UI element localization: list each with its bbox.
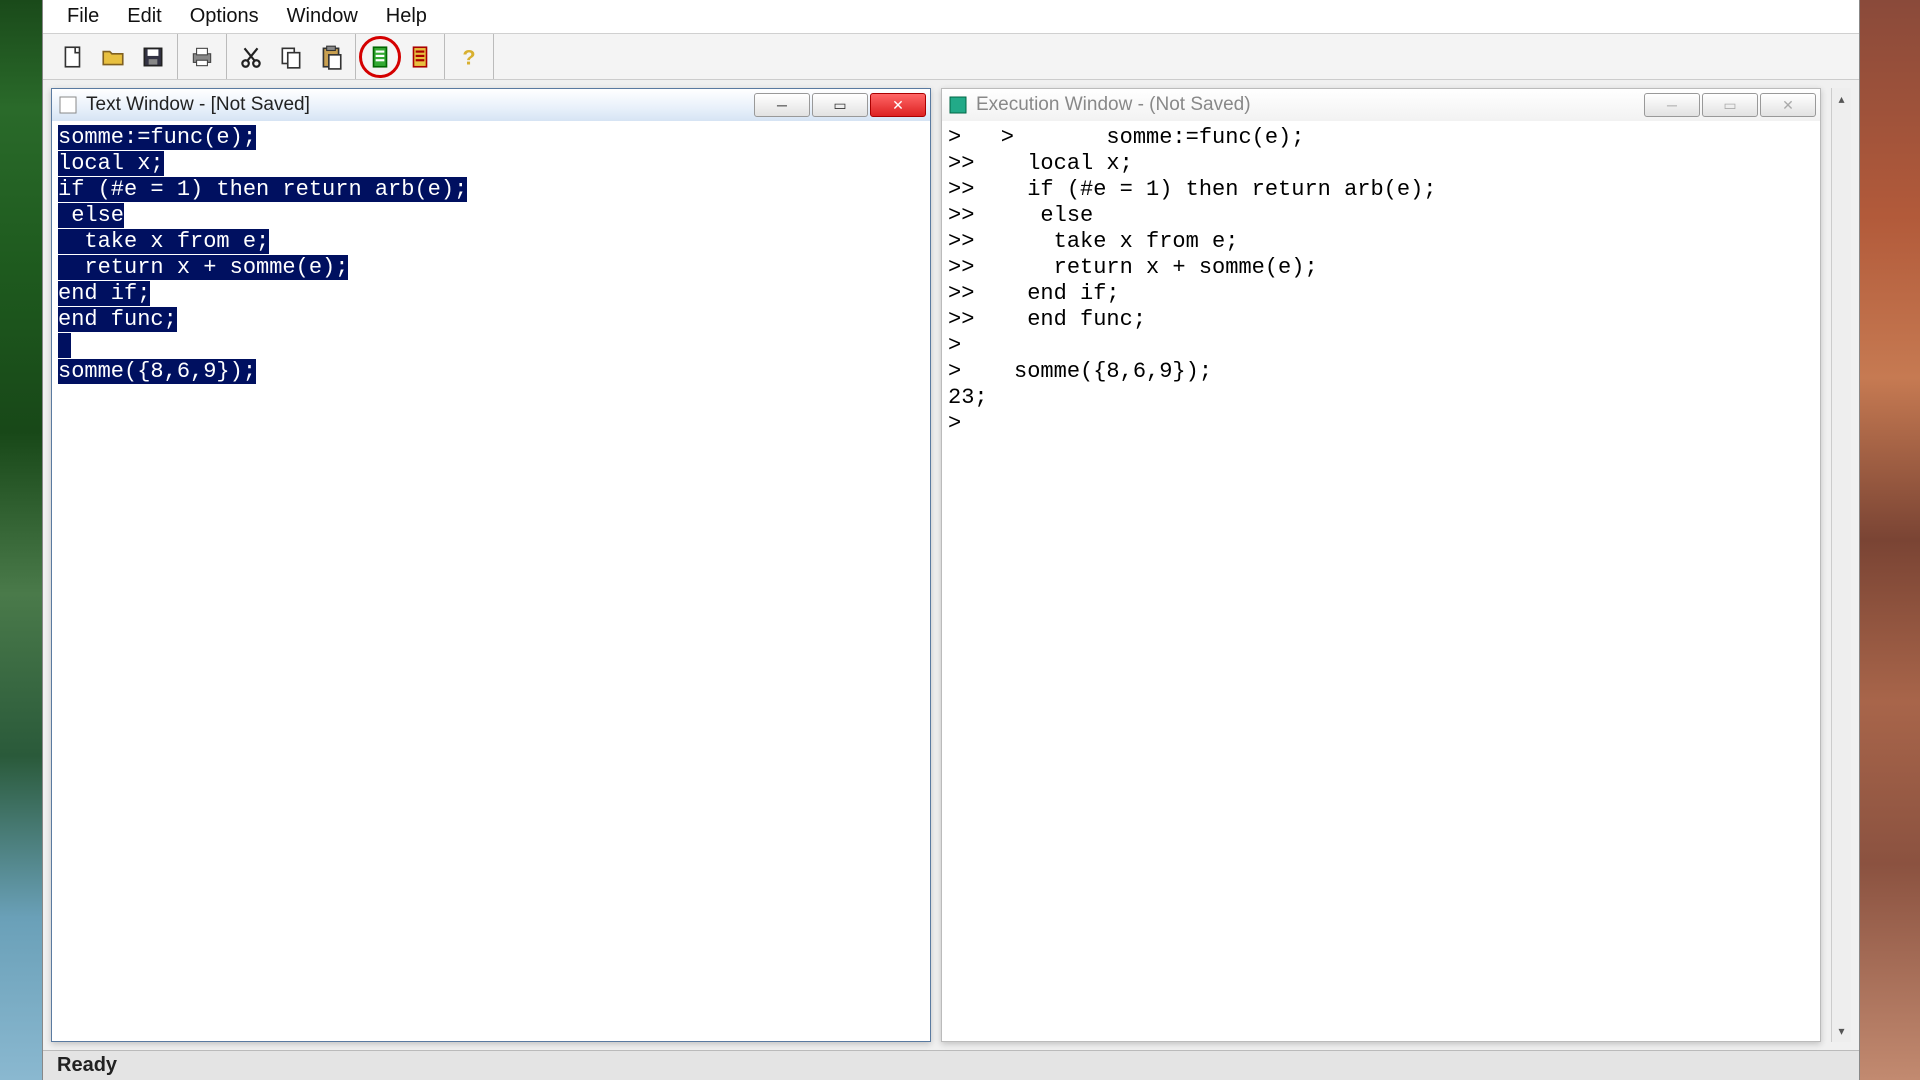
- status-text: Ready: [57, 1054, 117, 1077]
- scroll-down-icon[interactable]: ▾: [1832, 1020, 1851, 1042]
- text-window-icon: [58, 95, 78, 115]
- execution-window-maximize-button[interactable]: ▭: [1702, 93, 1758, 117]
- menu-window[interactable]: Window: [273, 1, 372, 32]
- text-window-title: Text Window - [Not Saved]: [86, 94, 746, 116]
- help-button[interactable]: ?: [450, 38, 488, 76]
- help-icon: ?: [456, 44, 482, 70]
- text-window-maximize-button[interactable]: ▭: [812, 93, 868, 117]
- new-file-icon: [60, 44, 86, 70]
- toolbar: ?: [43, 34, 1859, 80]
- text-window: Text Window - [Not Saved] ─ ▭ ✕ somme:=f…: [51, 88, 931, 1042]
- printer-icon: [189, 44, 215, 70]
- menu-options[interactable]: Options: [176, 1, 273, 32]
- scissors-icon: [238, 44, 264, 70]
- scroll-up-icon[interactable]: ▴: [1832, 88, 1851, 110]
- open-file-button[interactable]: [94, 38, 132, 76]
- execution-window-minimize-button[interactable]: ─: [1644, 93, 1700, 117]
- print-button[interactable]: [183, 38, 221, 76]
- menu-edit[interactable]: Edit: [113, 1, 175, 32]
- desktop-wallpaper-left: [0, 0, 42, 1080]
- run-button[interactable]: [361, 38, 399, 76]
- execution-window-titlebar[interactable]: Execution Window - (Not Saved) ─ ▭ ✕: [942, 89, 1820, 121]
- execution-window: Execution Window - (Not Saved) ─ ▭ ✕ > >…: [941, 88, 1821, 1042]
- copy-button[interactable]: [272, 38, 310, 76]
- stop-red-icon: [407, 44, 433, 70]
- execution-window-icon: [948, 95, 968, 115]
- menu-help[interactable]: Help: [372, 1, 441, 32]
- save-button[interactable]: [134, 38, 172, 76]
- stop-button[interactable]: [401, 38, 439, 76]
- mdi-workspace: Text Window - [Not Saved] ─ ▭ ✕ somme:=f…: [43, 80, 1859, 1050]
- svg-text:?: ?: [462, 44, 475, 69]
- statusbar: Ready: [43, 1050, 1859, 1080]
- menu-file[interactable]: File: [53, 1, 113, 32]
- app-window: File Edit Options Window Help: [42, 0, 1860, 1080]
- menubar: File Edit Options Window Help: [43, 0, 1859, 34]
- execution-window-close-button[interactable]: ✕: [1760, 93, 1816, 117]
- copy-icon: [278, 44, 304, 70]
- text-window-minimize-button[interactable]: ─: [754, 93, 810, 117]
- run-green-icon: [367, 44, 393, 70]
- desktop-wallpaper-right: [1860, 0, 1920, 1080]
- open-folder-icon: [100, 44, 126, 70]
- text-window-close-button[interactable]: ✕: [870, 93, 926, 117]
- paste-icon: [318, 44, 344, 70]
- save-disk-icon: [140, 44, 166, 70]
- paste-button[interactable]: [312, 38, 350, 76]
- execution-output-area[interactable]: > > somme:=func(e);>> local x;>> if (#e …: [942, 121, 1820, 1041]
- new-file-button[interactable]: [54, 38, 92, 76]
- text-editor-area[interactable]: somme:=func(e);local x;if (#e = 1) then …: [52, 121, 930, 1041]
- workspace-scrollbar[interactable]: ▴ ▾: [1831, 88, 1851, 1042]
- text-window-titlebar[interactable]: Text Window - [Not Saved] ─ ▭ ✕: [52, 89, 930, 121]
- cut-button[interactable]: [232, 38, 270, 76]
- execution-window-title: Execution Window - (Not Saved): [976, 94, 1636, 116]
